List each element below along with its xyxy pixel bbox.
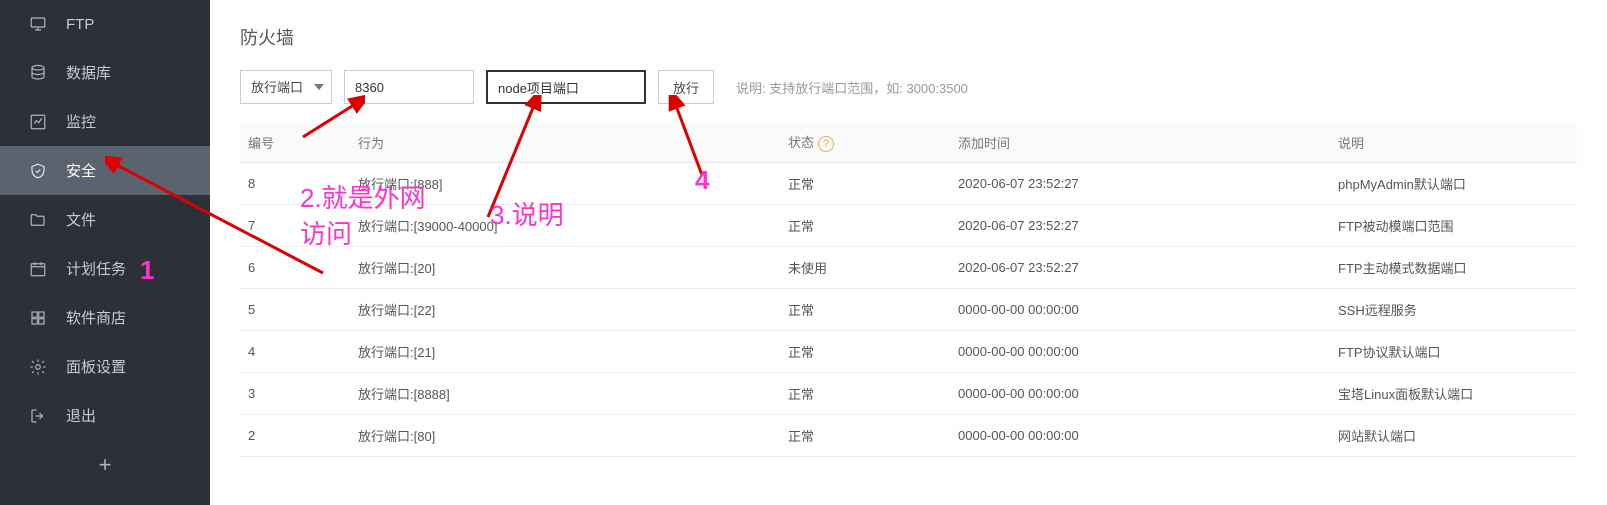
cell-time: 2020-06-07 23:52:27	[950, 163, 1330, 205]
sidebar-item-settings[interactable]: 面板设置	[0, 342, 210, 391]
cell-desc: FTP协议默认端口	[1330, 331, 1577, 373]
cell-time: 0000-00-00 00:00:00	[950, 331, 1330, 373]
sidebar-item-label: 退出	[66, 405, 96, 426]
table-row: 7放行端口:[39000-40000]正常2020-06-07 23:52:27…	[240, 205, 1577, 247]
ftp-icon	[28, 14, 48, 34]
sidebar-item-label: 计划任务	[66, 258, 126, 279]
table-row: 6放行端口:[20]未使用2020-06-07 23:52:27FTP主动模式数…	[240, 247, 1577, 289]
apps-icon	[28, 308, 48, 328]
sidebar-item-label: 安全	[66, 160, 96, 181]
sidebar-add-button[interactable]: +	[0, 440, 210, 490]
sidebar-item-files[interactable]: 文件	[0, 195, 210, 244]
cell-time: 2020-06-07 23:52:27	[950, 247, 1330, 289]
table-row: 4放行端口:[21]正常0000-00-00 00:00:00FTP协议默认端口	[240, 331, 1577, 373]
cell-status: 未使用	[780, 247, 950, 289]
hint-text: 说明: 支持放行端口范围，如: 3000:3500	[736, 78, 968, 97]
cell-desc: FTP被动模端口范围	[1330, 205, 1577, 247]
rules-table: 编号 行为 状态? 添加时间 说明 8放行端口:[888]正常2020-06-0…	[240, 122, 1577, 457]
table-row: 8放行端口:[888]正常2020-06-07 23:52:27phpMyAdm…	[240, 163, 1577, 205]
cell-desc: 宝塔Linux面板默认端口	[1330, 373, 1577, 415]
logout-icon	[28, 406, 48, 426]
main-content: 防火墙 放行端口 放行 说明: 支持放行端口范围，如: 3000:3500 编号…	[210, 0, 1607, 505]
cell-desc: FTP主动模式数据端口	[1330, 247, 1577, 289]
col-status-label: 状态	[788, 135, 814, 150]
port-action-select[interactable]: 放行端口	[240, 70, 332, 104]
help-icon[interactable]: ?	[818, 136, 834, 152]
description-input[interactable]	[486, 70, 646, 104]
sidebar-item-monitor[interactable]: 监控	[0, 97, 210, 146]
sidebar-item-ftp[interactable]: FTP	[0, 0, 210, 48]
cell-id: 6	[240, 247, 350, 289]
cell-desc: SSH远程服务	[1330, 289, 1577, 331]
cell-id: 3	[240, 373, 350, 415]
cell-id: 7	[240, 205, 350, 247]
sidebar: FTP 数据库 监控 安全 文件 计划任务 软件商店 面板设置	[0, 0, 210, 505]
cell-status: 正常	[780, 205, 950, 247]
sidebar-item-label: FTP	[66, 16, 94, 33]
table-header-row: 编号 行为 状态? 添加时间 说明	[240, 122, 1577, 163]
cell-time: 0000-00-00 00:00:00	[950, 415, 1330, 457]
sidebar-item-label: 面板设置	[66, 356, 126, 377]
cell-desc: 网站默认端口	[1330, 415, 1577, 457]
cell-status: 正常	[780, 331, 950, 373]
sidebar-item-security[interactable]: 安全	[0, 146, 210, 195]
port-action-select-wrap: 放行端口	[240, 70, 332, 104]
sidebar-item-logout[interactable]: 退出	[0, 391, 210, 440]
cell-status: 正常	[780, 163, 950, 205]
cell-action: 放行端口:[21]	[350, 331, 780, 373]
cell-id: 2	[240, 415, 350, 457]
cell-time: 2020-06-07 23:52:27	[950, 205, 1330, 247]
cell-id: 4	[240, 331, 350, 373]
cell-status: 正常	[780, 415, 950, 457]
plus-icon: +	[99, 452, 112, 477]
sidebar-item-cron[interactable]: 计划任务	[0, 244, 210, 293]
sidebar-item-label: 软件商店	[66, 307, 126, 328]
page-title: 防火墙	[240, 0, 1577, 70]
table-row: 3放行端口:[8888]正常0000-00-00 00:00:00宝塔Linux…	[240, 373, 1577, 415]
monitor-icon	[28, 112, 48, 132]
calendar-icon	[28, 259, 48, 279]
cell-desc: phpMyAdmin默认端口	[1330, 163, 1577, 205]
cell-time: 0000-00-00 00:00:00	[950, 373, 1330, 415]
table-row: 2放行端口:[80]正常0000-00-00 00:00:00网站默认端口	[240, 415, 1577, 457]
cell-id: 5	[240, 289, 350, 331]
database-icon	[28, 63, 48, 83]
col-id: 编号	[240, 122, 350, 163]
cell-status: 正常	[780, 373, 950, 415]
col-desc: 说明	[1330, 122, 1577, 163]
cell-action: 放行端口:[20]	[350, 247, 780, 289]
cell-action: 放行端口:[39000-40000]	[350, 205, 780, 247]
sidebar-item-appstore[interactable]: 软件商店	[0, 293, 210, 342]
port-input[interactable]	[344, 70, 474, 104]
sidebar-item-database[interactable]: 数据库	[0, 48, 210, 97]
toolbar: 放行端口 放行 说明: 支持放行端口范围，如: 3000:3500	[240, 70, 1577, 104]
col-status: 状态?	[780, 122, 950, 163]
sidebar-item-label: 监控	[66, 111, 96, 132]
col-time: 添加时间	[950, 122, 1330, 163]
cell-action: 放行端口:[8888]	[350, 373, 780, 415]
cell-action: 放行端口:[80]	[350, 415, 780, 457]
cell-action: 放行端口:[22]	[350, 289, 780, 331]
open-port-button[interactable]: 放行	[658, 70, 714, 104]
cell-time: 0000-00-00 00:00:00	[950, 289, 1330, 331]
cell-action: 放行端口:[888]	[350, 163, 780, 205]
cell-id: 8	[240, 163, 350, 205]
sidebar-item-label: 数据库	[66, 62, 111, 83]
sidebar-item-label: 文件	[66, 209, 96, 230]
gear-icon	[28, 357, 48, 377]
col-action: 行为	[350, 122, 780, 163]
shield-icon	[28, 161, 48, 181]
folder-icon	[28, 210, 48, 230]
cell-status: 正常	[780, 289, 950, 331]
table-row: 5放行端口:[22]正常0000-00-00 00:00:00SSH远程服务	[240, 289, 1577, 331]
